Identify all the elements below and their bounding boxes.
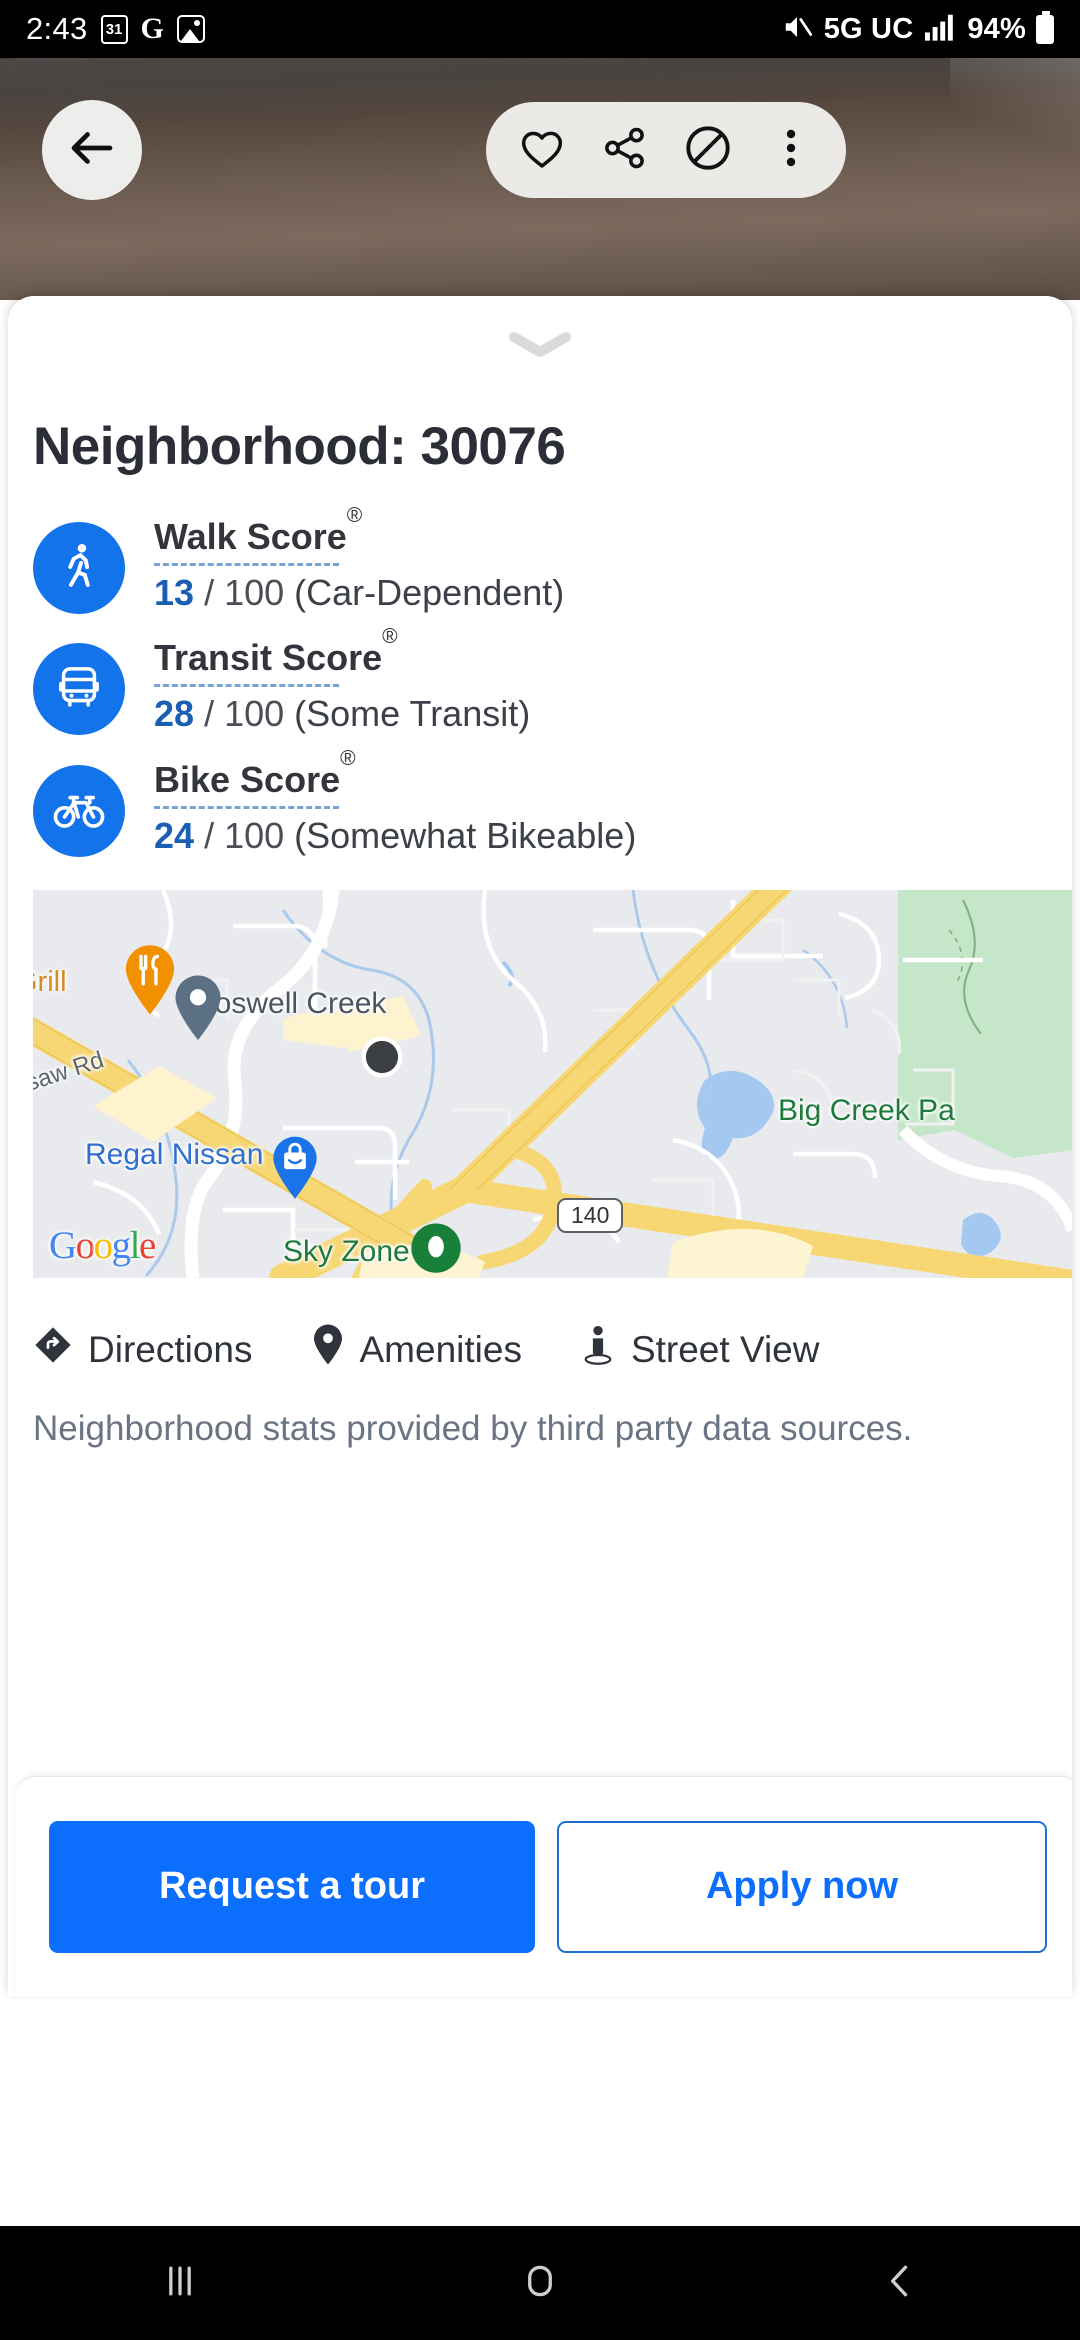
bike-score-badge (33, 765, 125, 857)
transit-score-value-row: 28 / 100 (Some Transit) (154, 693, 530, 735)
mute-icon (780, 12, 814, 47)
back-arrow-icon (65, 121, 119, 180)
score-row-transit: Transit Score® 28 / 100 (Some Transit) (33, 625, 1033, 735)
bus-icon (54, 662, 104, 717)
walk-score-separator: / 100 (204, 571, 285, 613)
shopping-pin[interactable] (269, 1133, 321, 1206)
system-nav-bar (0, 2226, 1080, 2340)
request-tour-button[interactable]: Request a tour (49, 1820, 535, 1953)
transit-score-description: (Some Transit) (294, 692, 531, 734)
sheet-drag-handle[interactable] (508, 332, 572, 363)
apply-now-button[interactable]: Apply now (557, 1820, 1047, 1953)
transit-score-underline (154, 683, 339, 687)
status-bar: 2:43 31 G 5G UC 94% (0, 0, 1080, 58)
walk-score-underline (154, 562, 339, 566)
bike-score-body: Bike Score® 24 / 100 (Somewhat Bikeable) (154, 747, 636, 857)
status-time: 2:43 (26, 11, 88, 46)
street-view-button[interactable]: Street View (580, 1324, 820, 1375)
nav-back-icon (878, 2259, 922, 2308)
more-options-button[interactable] (760, 119, 822, 181)
hide-listing-button[interactable] (677, 119, 739, 181)
walk-score-description: (Car-Dependent) (294, 571, 565, 613)
signal-icon (923, 12, 957, 47)
map-pin-icon (311, 1324, 345, 1375)
walk-score-value: 13 (154, 571, 195, 613)
walk-score-value-row: 13 / 100 (Car-Dependent) (154, 572, 564, 614)
walk-score-badge (33, 522, 125, 614)
share-icon (600, 123, 650, 178)
amenities-label: Amenities (359, 1328, 522, 1370)
pegman-icon (580, 1324, 616, 1375)
page-title: Neighborhood: 30076 (33, 417, 566, 476)
walk-score-label: Walk Score® (154, 504, 363, 557)
home-button[interactable] (480, 2226, 600, 2340)
directions-icon (33, 1325, 73, 1374)
share-button[interactable] (594, 119, 656, 181)
battery-percent: 94% (967, 12, 1026, 45)
walk-score-body: Walk Score® 13 / 100 (Car-Dependent) (154, 504, 564, 614)
photo-action-bar (486, 102, 846, 198)
amenities-button[interactable]: Amenities (311, 1324, 522, 1375)
home-icon (518, 2259, 562, 2308)
hide-icon (682, 122, 734, 179)
bike-score-underline (154, 805, 339, 809)
photos-icon (176, 15, 205, 43)
bike-score-value: 24 (154, 814, 195, 856)
network-label: 5G UC (823, 12, 914, 45)
transit-score-value: 28 (154, 692, 195, 734)
score-row-walk: Walk Score® 13 / 100 (Car-Dependent) (33, 504, 1033, 614)
transit-score-label: Transit Score® (154, 625, 398, 678)
walking-person-icon (52, 539, 106, 598)
directions-button[interactable]: Directions (33, 1325, 253, 1374)
neighborhood-map[interactable]: Grill Roswell Creek saw Rd Regal Nissan … (33, 890, 1072, 1278)
google-icon: G (140, 12, 164, 45)
transit-score-body: Transit Score® 28 / 100 (Some Transit) (154, 625, 530, 735)
battery-icon (1036, 10, 1054, 44)
favorite-button[interactable] (511, 119, 573, 181)
transit-score-badge (33, 643, 125, 735)
back-button[interactable] (42, 100, 142, 200)
score-row-bike: Bike Score® 24 / 100 (Somewhat Bikeable) (33, 747, 1033, 857)
disclaimer-text: Neighborhood stats provided by third par… (33, 1409, 913, 1448)
directions-label: Directions (88, 1328, 253, 1370)
cta-bar: Request a tour Apply now (16, 1776, 1072, 1996)
bicycle-icon (51, 781, 107, 842)
more-options-icon (767, 124, 815, 177)
calendar-icon: 31 (100, 14, 128, 44)
details-sheet: Neighborhood: 30076 Walk Score® 13 / 100… (8, 296, 1072, 1996)
status-bar-left: 2:43 31 G (26, 11, 205, 47)
nav-back-button[interactable] (840, 2226, 960, 2340)
street-view-label: Street View (630, 1328, 820, 1370)
heart-icon (517, 123, 567, 178)
bike-score-value-row: 24 / 100 (Somewhat Bikeable) (154, 815, 636, 857)
bike-score-label: Bike Score® (154, 747, 356, 800)
recents-button[interactable] (120, 2226, 240, 2340)
google-watermark: Google (49, 1224, 156, 1267)
property-marker[interactable] (360, 1035, 404, 1084)
recreation-pin[interactable] (409, 1222, 463, 1278)
recents-icon (158, 2259, 202, 2308)
place-pin[interactable] (171, 972, 225, 1047)
chevron-down-icon (508, 332, 572, 362)
map-route-shield-140: 140 (557, 1198, 624, 1233)
property-photo[interactable] (0, 58, 1080, 300)
bike-score-separator: / 100 (204, 814, 285, 856)
transit-score-separator: / 100 (204, 692, 285, 734)
status-bar-right: 5G UC 94% (780, 10, 1054, 47)
map-action-row: Directions Amenities Street View (33, 1324, 1053, 1375)
bike-score-description: (Somewhat Bikeable) (294, 814, 637, 856)
